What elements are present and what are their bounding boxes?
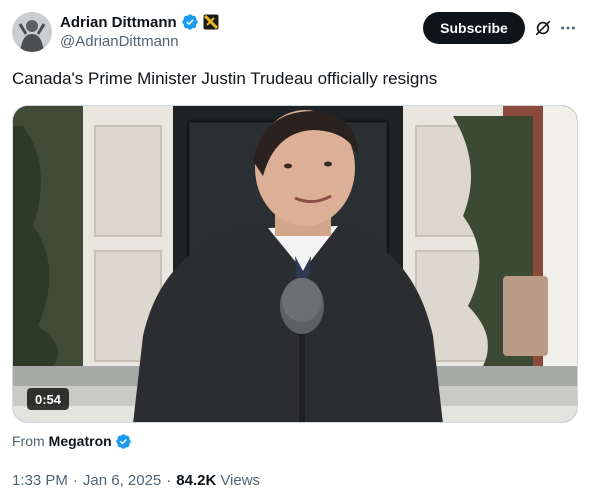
verified-badge-icon[interactable] (181, 13, 199, 31)
video-thumbnail (13, 106, 577, 422)
tweet-text: Canada's Prime Minister Justin Trudeau o… (12, 69, 438, 88)
avatar-image (12, 12, 52, 52)
source-prefix: From (12, 433, 45, 449)
tweet-meta: 1:33 PM · Jan 6, 2025 · 84.2K Views (12, 470, 260, 490)
meta-separator: · (166, 471, 172, 489)
author-handle[interactable]: @AdrianDittmann (60, 33, 219, 50)
video-source-attribution: From Megatron (12, 431, 132, 451)
verified-badge-icon[interactable] (115, 433, 132, 450)
subscribe-button[interactable]: Subscribe (423, 12, 525, 44)
meta-separator: · (72, 471, 78, 489)
author-avatar[interactable] (12, 12, 52, 52)
affiliate-badge-icon[interactable] (203, 14, 219, 30)
tweet-time[interactable]: 1:33 PM (12, 472, 68, 489)
video-player[interactable]: 0:54 (12, 105, 578, 423)
author-name[interactable]: Adrian Dittmann (60, 14, 177, 31)
source-name-link[interactable]: Megatron (49, 433, 112, 449)
tweet-date[interactable]: Jan 6, 2025 (83, 472, 161, 489)
views-label: Views (220, 471, 261, 489)
views-count[interactable]: 84.2K (176, 472, 216, 489)
more-options-icon[interactable] (558, 18, 578, 38)
author-block: Adrian Dittmann @AdrianDittmann (60, 12, 219, 50)
grok-icon[interactable] (533, 18, 553, 38)
video-duration-badge: 0:54 (27, 388, 70, 410)
